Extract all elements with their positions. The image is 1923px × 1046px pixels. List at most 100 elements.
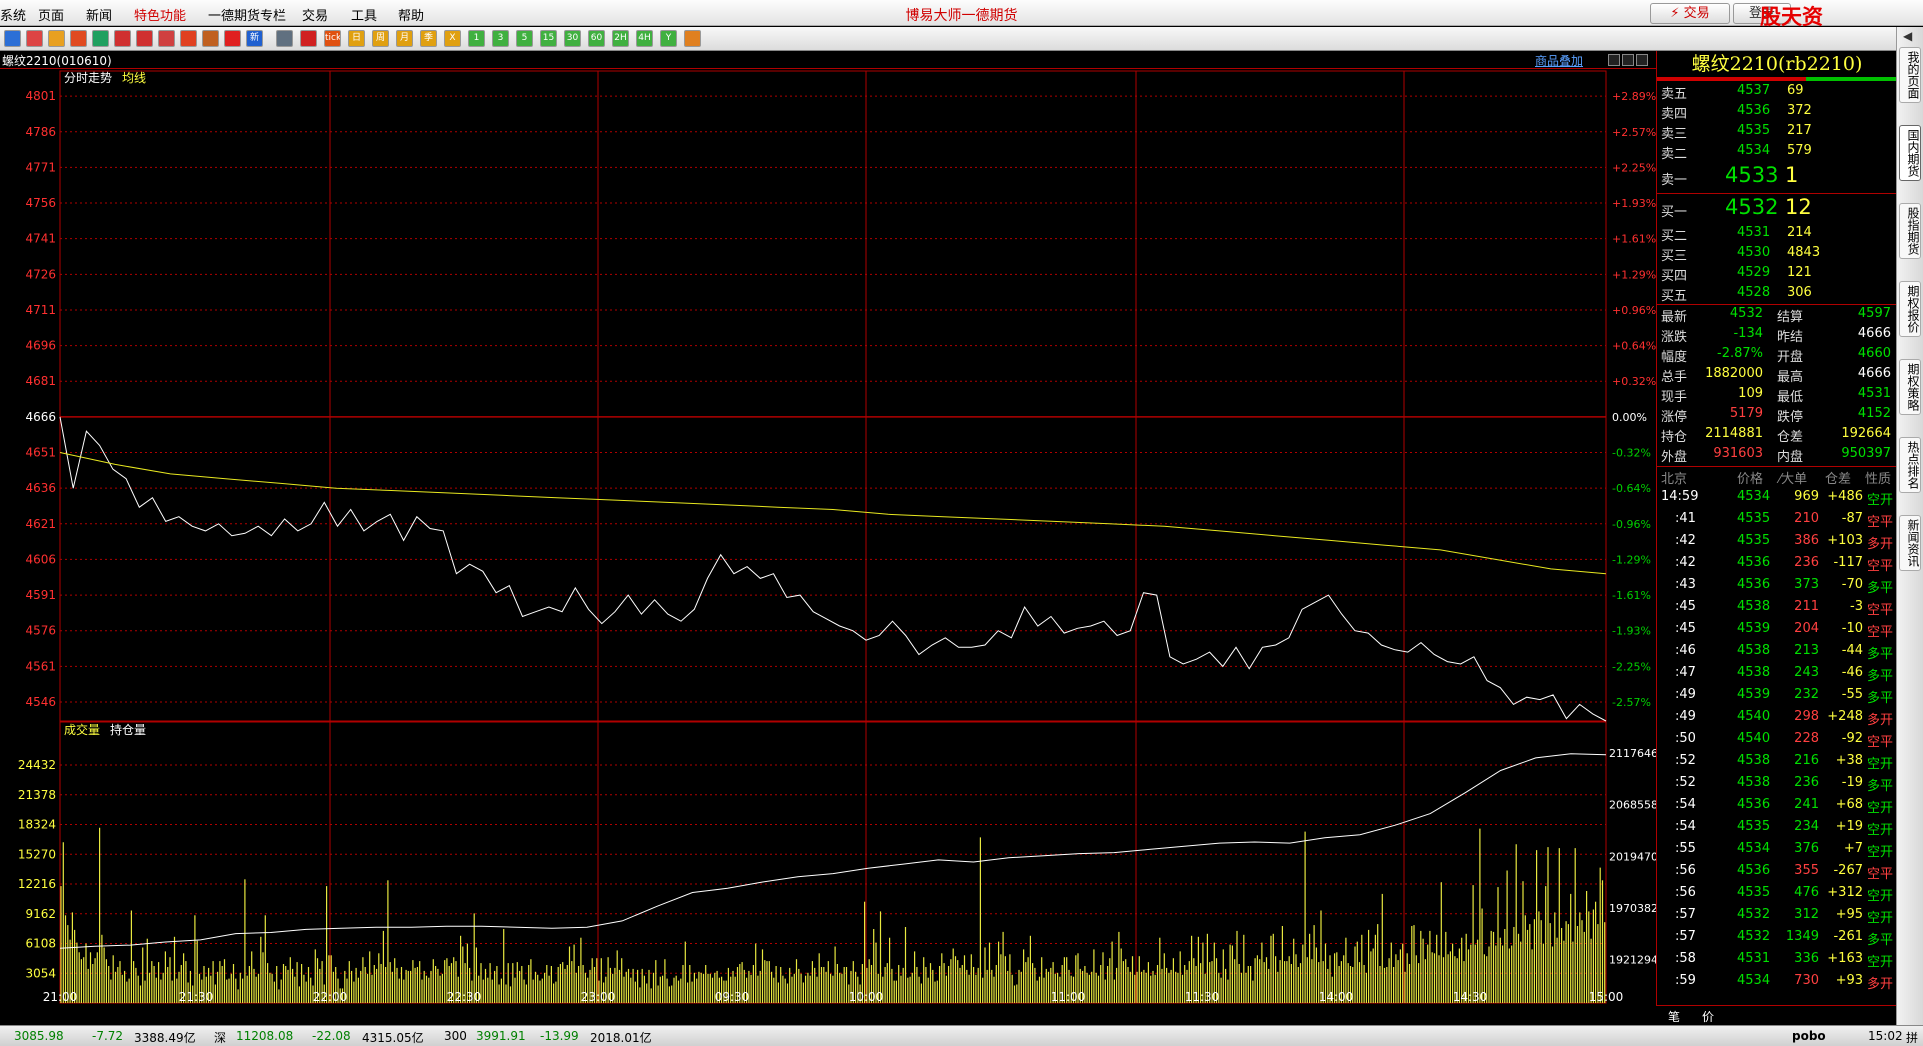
menu-yide-column[interactable]: 一德期货专栏: [208, 5, 286, 24]
pct-tick-label: -2.25%: [1612, 660, 1651, 673]
collapse-arrow-icon[interactable]: ◀: [1903, 29, 1912, 43]
pct-tick-label: +0.64%: [1612, 340, 1656, 353]
period-5-icon[interactable]: 5: [516, 30, 533, 47]
side-tab[interactable]: 股指期货: [1899, 203, 1921, 259]
restore-icon[interactable]: [1622, 54, 1634, 66]
menu-tools[interactable]: 工具: [351, 5, 377, 24]
window-icon[interactable]: [4, 30, 21, 47]
tick-time: :56: [1675, 863, 1696, 878]
stat-label: 最新: [1661, 310, 1688, 325]
tick-volume: 1349: [1785, 929, 1819, 944]
side-tab-strip: ◀ 我的页面国内期货股指期货期权报价期权策略热点排名新闻资讯: [1896, 27, 1923, 1025]
tab-price[interactable]: 价: [1702, 1008, 1714, 1025]
tick-time: :42: [1675, 555, 1696, 570]
minimize-icon[interactable]: [1608, 54, 1620, 66]
tick-volume: 312: [1794, 907, 1819, 922]
table-icon[interactable]: [276, 30, 293, 47]
tick-nature: 空开: [1867, 757, 1894, 772]
side-tab[interactable]: 热点排名: [1899, 437, 1921, 493]
volume-tick-label: 3054: [25, 966, 56, 980]
tick-icon[interactable]: tick: [324, 30, 341, 47]
close-icon[interactable]: [1636, 54, 1648, 66]
period-2h-icon[interactable]: 2H: [612, 30, 629, 47]
period-30-icon[interactable]: 30: [564, 30, 581, 47]
menu-news[interactable]: 新闻: [86, 5, 112, 24]
tick-time: :55: [1675, 841, 1696, 856]
stat-value: 192664: [1841, 426, 1891, 441]
stat-value: 950397: [1841, 446, 1891, 461]
tick-volume: 228: [1794, 731, 1819, 746]
tick-nature: 空平: [1867, 559, 1894, 574]
refresh-icon[interactable]: [92, 30, 109, 47]
week-icon[interactable]: 周: [372, 30, 389, 47]
tick-oi-change: +95: [1835, 907, 1863, 922]
new-icon[interactable]: 新: [246, 30, 263, 47]
tick-price: 4538: [1737, 665, 1771, 680]
menu-trade[interactable]: 交易: [302, 5, 328, 24]
toolbar: 新 tick 日周月季 X 1 3 5 15 30 60 2H 4H Y: [0, 27, 1923, 51]
side-tab[interactable]: 我的页面: [1899, 47, 1921, 103]
trade-button[interactable]: ⚡ 交易: [1650, 3, 1730, 24]
menu-features[interactable]: 特色功能: [134, 5, 186, 24]
calc-icon[interactable]: [684, 30, 701, 47]
tick-price: 4534: [1737, 489, 1771, 504]
zoom-out-icon[interactable]: [136, 30, 153, 47]
side-tab[interactable]: 国内期货: [1899, 125, 1921, 181]
tick-oi-change: -44: [1841, 643, 1863, 658]
pobo-logo: pobo: [1792, 1029, 1826, 1043]
filter-icon[interactable]: [224, 30, 241, 47]
tool-icon[interactable]: [202, 30, 219, 47]
tick-volume: 232: [1794, 687, 1819, 702]
period-3-icon[interactable]: 3: [492, 30, 509, 47]
period-60-icon[interactable]: 60: [588, 30, 605, 47]
status-index-value: 300: [444, 1029, 467, 1043]
app-title: 博易大师一德期货: [905, 8, 1018, 24]
bid1-row[interactable]: 买一 4532 12: [1657, 195, 1897, 223]
tick-price: 4534: [1737, 841, 1771, 856]
tick-time: :52: [1675, 753, 1696, 768]
quote-separator: [1657, 193, 1897, 194]
volume-tick-label: 21378: [18, 788, 56, 802]
commodity-overlay-link[interactable]: 商品叠加: [1535, 52, 1583, 69]
stat-label: 外盘: [1661, 450, 1688, 465]
ask1-row[interactable]: 卖一 4533 1: [1657, 163, 1897, 191]
home-icon[interactable]: [26, 30, 43, 47]
status-index-value: 3388.49亿: [134, 1031, 196, 1045]
tick-oi-change: -46: [1841, 665, 1863, 680]
side-tab[interactable]: 期权报价: [1899, 281, 1921, 337]
book-icon[interactable]: [48, 30, 65, 47]
month-icon[interactable]: 月: [396, 30, 413, 47]
year-icon[interactable]: Y: [660, 30, 677, 47]
open-interest-line: [59, 753, 1607, 949]
menu-page[interactable]: 页面: [38, 5, 64, 24]
side-tab[interactable]: 期权策略: [1899, 359, 1921, 415]
intraday-chart[interactable]: 4801 +2.89% 4786 +2.57% 4771 +2.25% 4756 +1.93%…: [0, 69, 1656, 1005]
ticks-header-oichg: 仓差: [1825, 472, 1852, 487]
bid-volume: 121: [1787, 265, 1812, 280]
side-tab[interactable]: 新闻资讯: [1899, 515, 1921, 571]
chart-icon[interactable]: [158, 30, 175, 47]
season-icon[interactable]: 季: [420, 30, 437, 47]
pct-tick-label: -0.32%: [1612, 447, 1651, 460]
menu-help[interactable]: 帮助: [398, 5, 424, 24]
cross-icon[interactable]: X: [444, 30, 461, 47]
stat-label: 开盘: [1777, 350, 1804, 365]
period-15-icon[interactable]: 15: [540, 30, 557, 47]
period-1-icon[interactable]: 1: [468, 30, 485, 47]
pct-tick-label: -1.93%: [1612, 625, 1651, 638]
tab-trades[interactable]: 笔: [1668, 1008, 1680, 1025]
pen-icon[interactable]: [180, 30, 197, 47]
stat-value: 4597: [1857, 306, 1891, 321]
line-chart-icon[interactable]: [300, 30, 317, 47]
tick-nature: 空平: [1867, 603, 1894, 618]
tick-oi-change: +93: [1835, 973, 1863, 988]
period-4h-icon[interactable]: 4H: [636, 30, 653, 47]
day-icon[interactable]: 日: [348, 30, 365, 47]
news-icon[interactable]: [70, 30, 87, 47]
tick-volume: 213: [1794, 643, 1819, 658]
status-index-value: 11208.08: [236, 1029, 294, 1043]
stat-value: 4666: [1857, 326, 1891, 341]
menu-system[interactable]: 系统: [0, 5, 26, 24]
zoom-in-icon[interactable]: [114, 30, 131, 47]
price-tick-label: 4666: [25, 410, 56, 424]
